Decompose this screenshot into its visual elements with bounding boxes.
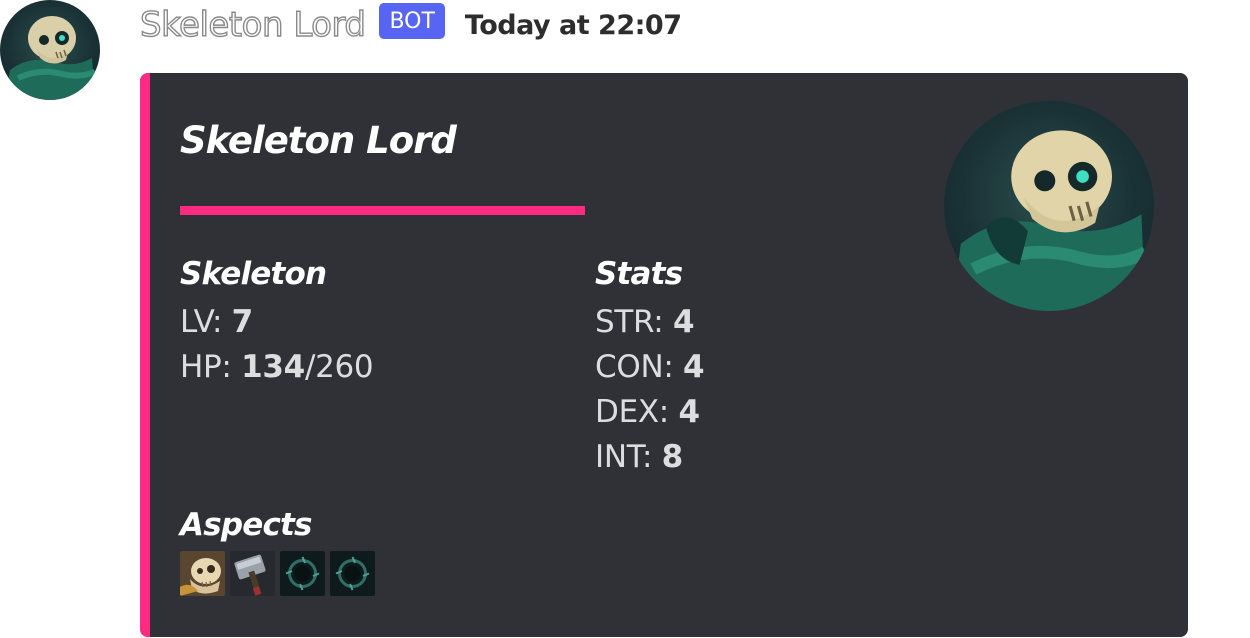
field-skeleton: Skeleton LV: 7 HP: 134/260 [180, 254, 374, 390]
skull-avatar-icon[interactable] [0, 0, 100, 100]
message-timestamp[interactable]: Today at 22:07 [465, 10, 682, 41]
hp-max: /260 [304, 349, 374, 385]
str-line: STR: 4 [595, 300, 704, 345]
hp-line: HP: 134/260 [180, 345, 374, 390]
hammer-aspect-icon[interactable] [230, 551, 275, 596]
void-ring-aspect-icon[interactable] [280, 551, 325, 596]
embed-divider [180, 206, 585, 215]
embed-accent-bar [140, 73, 150, 637]
int-line: INT: 8 [595, 435, 704, 480]
field-name-aspects: Aspects [180, 507, 313, 543]
embed-card: Skeleton Lord Skeleton LV: 7 HP: 134/260… [140, 73, 1188, 637]
void-ring-aspect-icon[interactable] [330, 551, 375, 596]
hp-label: HP: [180, 349, 232, 385]
con-label: CON: [595, 349, 674, 385]
embed-title: Skeleton Lord [180, 119, 457, 162]
hp-current: 134 [241, 349, 305, 385]
level-label: LV: [180, 304, 223, 340]
field-aspects: Aspects [180, 505, 375, 596]
str-value: 4 [673, 304, 695, 340]
con-value: 4 [683, 349, 705, 385]
int-label: INT: [595, 439, 653, 475]
dex-label: DEX: [595, 394, 669, 430]
skull-thumbnail-icon[interactable] [944, 101, 1154, 311]
dex-line: DEX: 4 [595, 390, 704, 435]
field-name-stats: Stats [595, 256, 683, 292]
level-line: LV: 7 [180, 300, 373, 345]
message-header: Skeleton Lord BOT Today at 22:07 [139, 0, 682, 50]
aspect-icon-row [180, 551, 375, 596]
level-value: 7 [231, 304, 254, 340]
skull-aspect-icon[interactable] [180, 551, 225, 596]
con-line: CON: 4 [595, 345, 705, 390]
field-stats: Stats STR: 4 CON: 4 DEX: 4 INT: 8 [595, 254, 705, 480]
dex-value: 4 [678, 394, 701, 430]
bot-badge: BOT [379, 3, 445, 39]
str-label: STR: [595, 304, 664, 340]
author-username[interactable]: Skeleton Lord [139, 7, 366, 42]
field-name-skeleton: Skeleton [180, 256, 327, 292]
int-value: 8 [661, 439, 684, 475]
